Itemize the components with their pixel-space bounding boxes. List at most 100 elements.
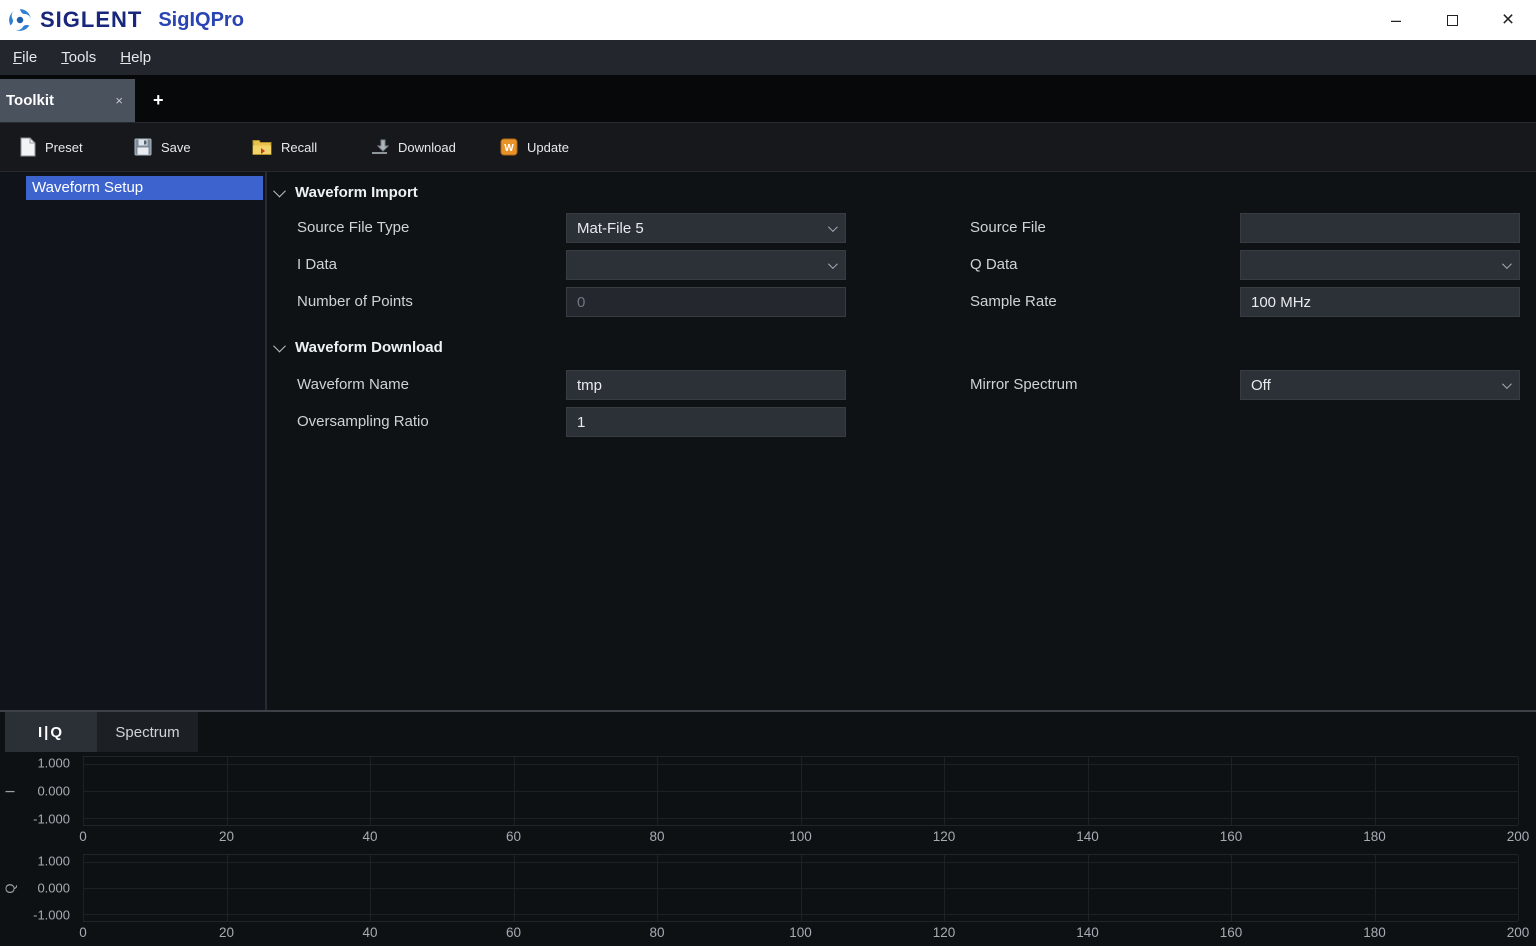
x-tick-label: 120 [932,925,956,940]
source-file-type-value: Mat-File 5 [577,219,644,237]
chevron-down-icon [273,184,286,197]
tab-spectrum[interactable]: Spectrum [97,712,198,752]
menubar: File Tools Help [0,40,1536,75]
x-tick-label: 0 [79,925,87,940]
i-data-dropdown[interactable] [566,250,846,280]
y-tick-label: 1.000 [37,755,70,771]
tab-close-icon[interactable]: × [111,91,127,110]
siglent-logo: SIGLENT [0,7,142,33]
menu-tools[interactable]: Tools [52,45,105,70]
oversampling-ratio-input[interactable]: 1 [566,407,846,437]
x-tick-label: 100 [789,829,812,844]
settings-panel: Waveform Import Source File Type Mat-Fil… [269,172,1536,710]
sidebar: Waveform Setup [0,172,267,710]
recall-label: Recall [281,139,318,155]
menu-help[interactable]: Help [111,45,160,70]
x-tick-label: 100 [789,925,812,940]
x-tick-label: 40 [362,829,378,844]
y-tick-label: -1.000 [33,907,70,923]
x-tick-label: 160 [1219,829,1243,844]
x-tick-label: 60 [505,925,522,940]
menu-file[interactable]: File [4,45,46,70]
x-tick-label: 80 [649,925,665,940]
x-tick-label: 180 [1363,925,1386,940]
chevron-down-icon [273,339,286,352]
x-tick-label: 200 [1506,925,1530,940]
maximize-button[interactable] [1424,0,1480,40]
preview-tabs: I|Q Spectrum [0,712,1536,752]
i-chart-plot-area [83,756,1519,826]
download-icon [370,139,389,155]
tab-toolkit-label: Toolkit [6,92,55,109]
y-tick-label: 0.000 [37,783,70,799]
i-data-label: I Data [297,256,338,273]
tab-iq[interactable]: I|Q [5,712,97,752]
sample-rate-input[interactable]: 100 MHz [1240,287,1520,317]
tabbar: Toolkit × + [0,75,1536,122]
x-tick-label: 0 [79,829,87,844]
q-data-label: Q Data [970,256,1018,273]
y-tick-label: 1.000 [37,853,70,869]
oversampling-ratio-label: Oversampling Ratio [297,413,429,430]
sidebar-item-waveform-setup[interactable]: Waveform Setup [26,176,263,200]
waveform-download-section-header[interactable]: Waveform Download [269,336,443,358]
waveform-import-title: Waveform Import [295,183,418,201]
x-tick-label: 60 [505,829,522,844]
number-of-points-input: 0 [566,287,846,317]
minimize-button[interactable]: – [1368,0,1424,40]
q-chart-x-axis: 0 20 40 60 80 100 120 140 160 180 200 [79,925,1529,943]
x-tick-label: 140 [1076,925,1099,940]
update-label: Update [527,139,569,155]
q-chart-y-axis: 1.000 0.000 -1.000 [0,853,76,923]
update-button[interactable]: W Update [496,129,586,165]
waveform-name-label: Waveform Name [297,376,409,393]
mirror-spectrum-dropdown[interactable]: Off [1240,370,1520,400]
q-data-dropdown[interactable] [1240,250,1520,280]
app-name: SigIQPro [158,8,244,31]
chevron-down-icon [827,221,838,232]
save-button[interactable]: Save [130,129,230,165]
add-tab-button[interactable]: + [145,79,172,122]
brand-text: SIGLENT [40,7,143,32]
chevron-down-icon [1501,258,1512,269]
source-file-label: Source File [970,219,1046,236]
titlebar: SIGLENT SigIQPro – × [0,0,1536,40]
waveform-name-value: tmp [577,376,603,394]
x-tick-label: 200 [1506,829,1530,844]
folder-icon [252,139,272,156]
preset-label: Preset [45,139,83,155]
source-file-type-dropdown[interactable]: Mat-File 5 [566,213,846,243]
number-of-points-label: Number of Points [297,293,413,310]
x-tick-label: 80 [649,829,665,844]
x-tick-label: 140 [1076,829,1099,844]
sample-rate-value: 100 MHz [1251,293,1312,311]
source-file-input[interactable] [1240,213,1520,243]
number-of-points-value: 0 [577,293,586,311]
chevron-down-icon [827,258,838,269]
maximize-icon [1446,14,1458,26]
close-button[interactable]: × [1480,0,1536,40]
recall-button[interactable]: Recall [248,129,348,165]
mirror-spectrum-value: Off [1251,376,1271,394]
i-chart-y-axis: 1.000 0.000 -1.000 [0,755,76,827]
mirror-spectrum-label: Mirror Spectrum [970,376,1078,393]
x-tick-label: 40 [362,925,378,940]
main-content: Waveform Setup Waveform Import Source Fi… [0,172,1536,710]
document-icon [20,137,36,157]
update-icon: W [500,138,518,156]
download-button[interactable]: Download [366,129,478,165]
sample-rate-label: Sample Rate [970,293,1057,310]
x-tick-label: 20 [218,925,235,940]
x-tick-label: 20 [218,829,235,844]
q-chart-plot-area [83,854,1519,922]
x-tick-label: 160 [1219,925,1243,940]
save-label: Save [161,139,191,155]
preset-button[interactable]: Preset [16,129,112,165]
i-chart-x-axis: 0 20 40 60 80 100 120 140 160 180 200 [79,829,1529,847]
waveform-name-input[interactable]: tmp [566,370,846,400]
waveform-import-section-header[interactable]: Waveform Import [269,181,418,203]
toolbar: Preset Save Recall Download W Update [0,122,1536,172]
waveform-preview-panel: I|Q Spectrum I 1.000 0.000 -1.000 0 20 40 60 8… [0,710,1536,946]
waveform-download-title: Waveform Download [295,338,443,356]
tab-toolkit[interactable]: Toolkit × [0,79,135,122]
